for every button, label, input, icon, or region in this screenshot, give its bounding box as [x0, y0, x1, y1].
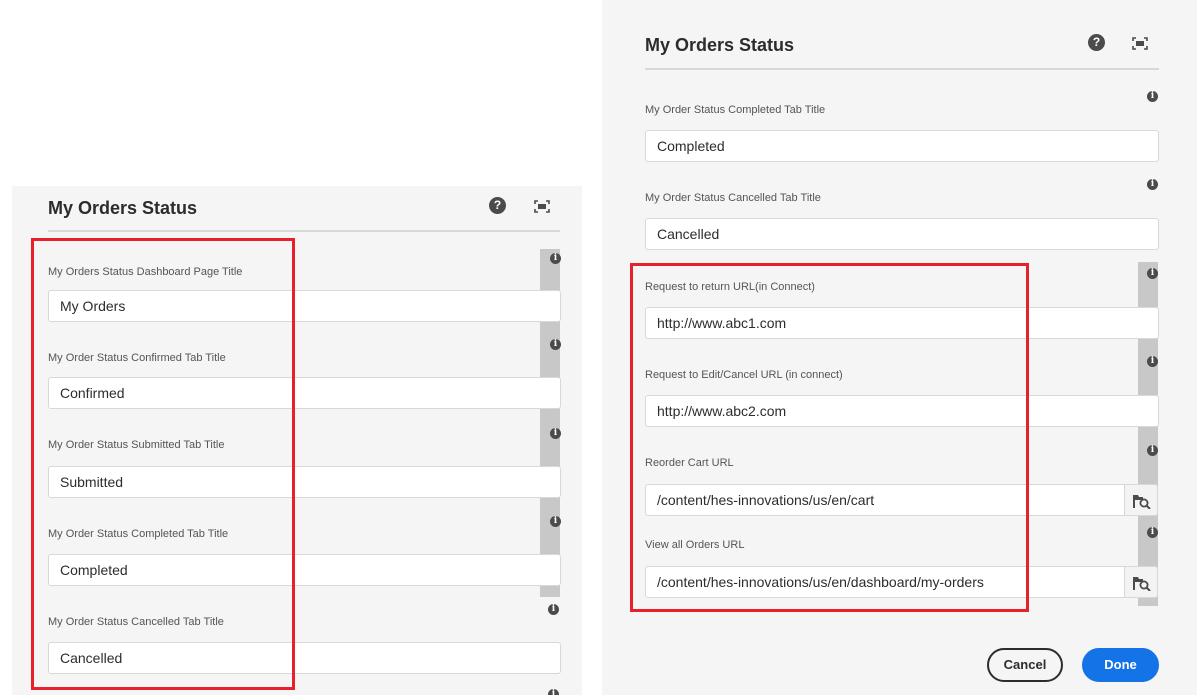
info-icon[interactable]: i: [1147, 268, 1158, 279]
info-icon[interactable]: i: [550, 516, 561, 527]
right-dialog: My Orders Status ? My Order Status Compl…: [602, 0, 1197, 695]
browse-path-icon: [1133, 495, 1151, 509]
info-icon[interactable]: i: [550, 339, 561, 350]
browse-path-button[interactable]: [1124, 566, 1158, 598]
field-label: Reorder Cart URL: [645, 457, 734, 469]
field-label: View all Orders URL: [645, 539, 745, 551]
field-label: Request to Edit/Cancel URL (in connect): [645, 369, 843, 381]
info-icon[interactable]: i: [548, 689, 559, 695]
field-label: My Order Status Cancelled Tab Title: [48, 616, 224, 628]
browse-path-icon: [1133, 577, 1151, 591]
completed-tab-title-input[interactable]: Completed: [645, 130, 1159, 162]
field-label: Request to return URL(in Connect): [645, 281, 815, 293]
field-label: My Order Status Cancelled Tab Title: [645, 192, 821, 204]
header-divider: [645, 68, 1159, 70]
help-icon[interactable]: ?: [489, 197, 506, 214]
left-dialog: My Orders Status ? My Orders Status Dash…: [12, 186, 582, 695]
field-label: My Order Status Confirmed Tab Title: [48, 352, 226, 364]
cancel-button[interactable]: Cancel: [987, 648, 1063, 682]
dialog-title: My Orders Status: [645, 35, 795, 55]
help-icon[interactable]: ?: [1088, 34, 1105, 51]
field-label: My Orders Status Dashboard Page Title: [48, 266, 243, 278]
header-divider: [48, 230, 560, 232]
done-button[interactable]: Done: [1082, 648, 1159, 682]
field-label: My Order Status Completed Tab Title: [645, 104, 826, 116]
dashboard-page-title-input[interactable]: My Orders: [48, 290, 561, 322]
reorder-cart-url-input[interactable]: /content/hes-innovations/us/en/cart: [645, 484, 1125, 516]
edit-cancel-url-input[interactable]: http://www.abc2.com: [645, 395, 1159, 427]
info-icon[interactable]: i: [1147, 179, 1158, 190]
info-icon[interactable]: i: [1147, 527, 1158, 538]
field-label: My Order Status Submitted Tab Title: [48, 439, 225, 451]
cancelled-tab-title-input[interactable]: Cancelled: [645, 218, 1159, 250]
field-label: My Order Status Completed Tab Title: [48, 528, 229, 540]
info-icon[interactable]: i: [550, 428, 561, 439]
return-url-input[interactable]: http://www.abc1.com: [645, 307, 1159, 339]
dialog-title: My Orders Status: [48, 198, 198, 218]
completed-tab-title-input[interactable]: Completed: [48, 554, 561, 586]
info-icon[interactable]: i: [1147, 445, 1158, 456]
info-icon[interactable]: i: [1147, 91, 1158, 102]
view-all-orders-url-input[interactable]: /content/hes-innovations/us/en/dashboard…: [645, 566, 1125, 598]
info-icon[interactable]: i: [548, 604, 559, 615]
fullscreen-icon[interactable]: [534, 200, 550, 213]
browse-path-button[interactable]: [1124, 484, 1158, 516]
confirmed-tab-title-input[interactable]: Confirmed: [48, 377, 561, 409]
submitted-tab-title-input[interactable]: Submitted: [48, 466, 561, 498]
fullscreen-icon[interactable]: [1132, 37, 1148, 50]
cancelled-tab-title-input[interactable]: Cancelled: [48, 642, 561, 674]
info-icon[interactable]: i: [550, 253, 561, 264]
info-icon[interactable]: i: [1147, 356, 1158, 367]
